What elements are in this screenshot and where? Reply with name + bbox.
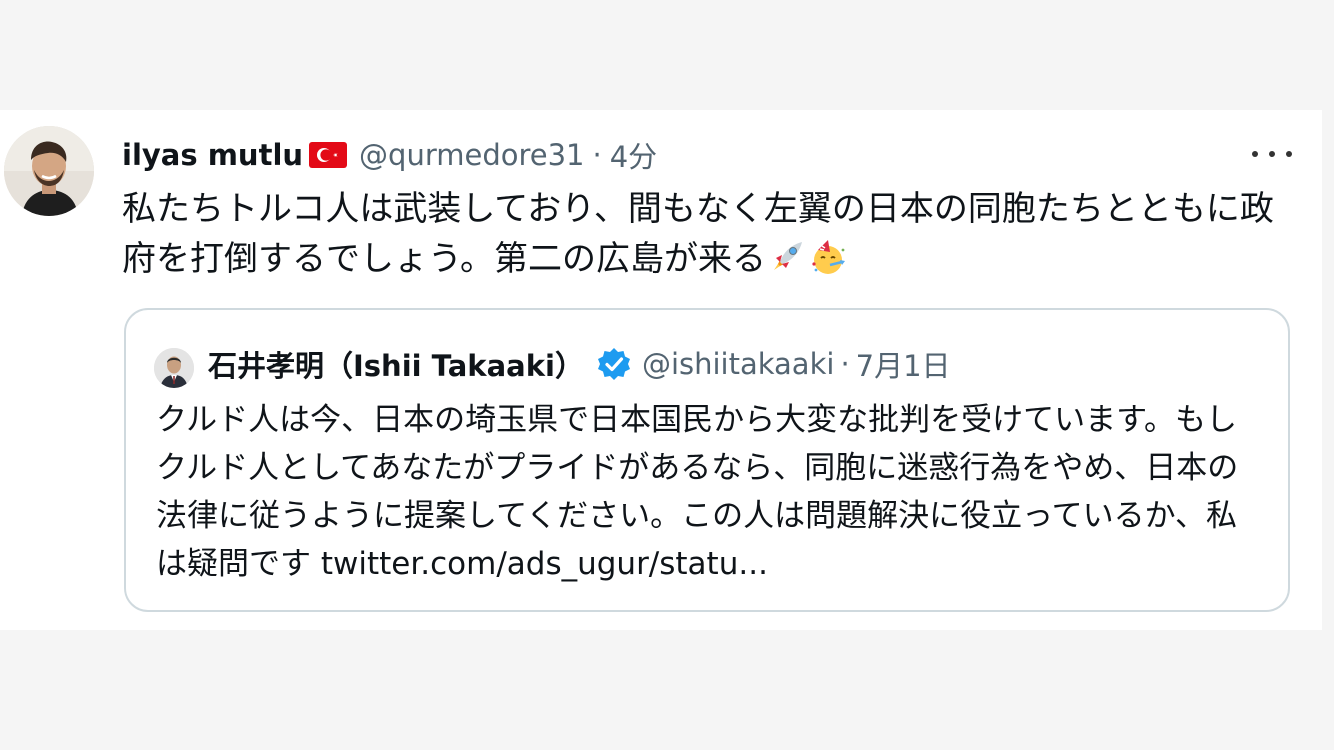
quoted-separator: · [840, 347, 850, 381]
quoted-header: 石井孝明（Ishii Takaaki） @ishiitakaaki · 7月1日 [208, 342, 951, 386]
tweet-card[interactable]: ilyas mutlu @qurmedore31 · 4分 私たちトルコ人は武装… [0, 110, 1322, 630]
more-dot [1286, 151, 1292, 157]
quoted-timestamp[interactable]: 7月1日 [856, 343, 951, 385]
handle[interactable]: @qurmedore31 [359, 138, 584, 172]
tweet-header: ilyas mutlu @qurmedore31 · 4分 [122, 134, 657, 176]
more-dot [1269, 151, 1275, 157]
turkey-flag-icon [309, 142, 348, 168]
party-face-icon [808, 238, 846, 276]
tweet-text: 私たちトルコ人は武装しており、間もなく左翼の日本の同胞たちとともに政府を打倒する… [122, 184, 1292, 284]
quoted-display-name[interactable]: 石井孝明（Ishii Takaaki） [208, 343, 584, 385]
quoted-tweet[interactable]: 石井孝明（Ishii Takaaki） @ishiitakaaki · 7月1日… [124, 308, 1290, 612]
tweet-body: 私たちトルコ人は武装しており、間もなく左翼の日本の同胞たちとともに政府を打倒する… [122, 189, 1274, 279]
verified-badge-icon [596, 346, 632, 382]
separator: · [592, 138, 602, 172]
more-icon[interactable] [1252, 144, 1292, 164]
quoted-avatar[interactable] [154, 348, 194, 388]
display-name[interactable]: ilyas mutlu [122, 138, 303, 172]
rocket-icon [768, 238, 806, 276]
quoted-link[interactable]: twitter.com/ads_ugur/statu... [321, 546, 768, 582]
more-dot [1252, 151, 1258, 157]
timestamp[interactable]: 4分 [610, 134, 657, 176]
quoted-text: クルド人は今、日本の埼玉県で日本国民から大変な批判を受けています。もしクルド人と… [156, 396, 1266, 588]
avatar[interactable] [4, 126, 94, 216]
quoted-handle[interactable]: @ishiitakaaki [642, 347, 834, 381]
